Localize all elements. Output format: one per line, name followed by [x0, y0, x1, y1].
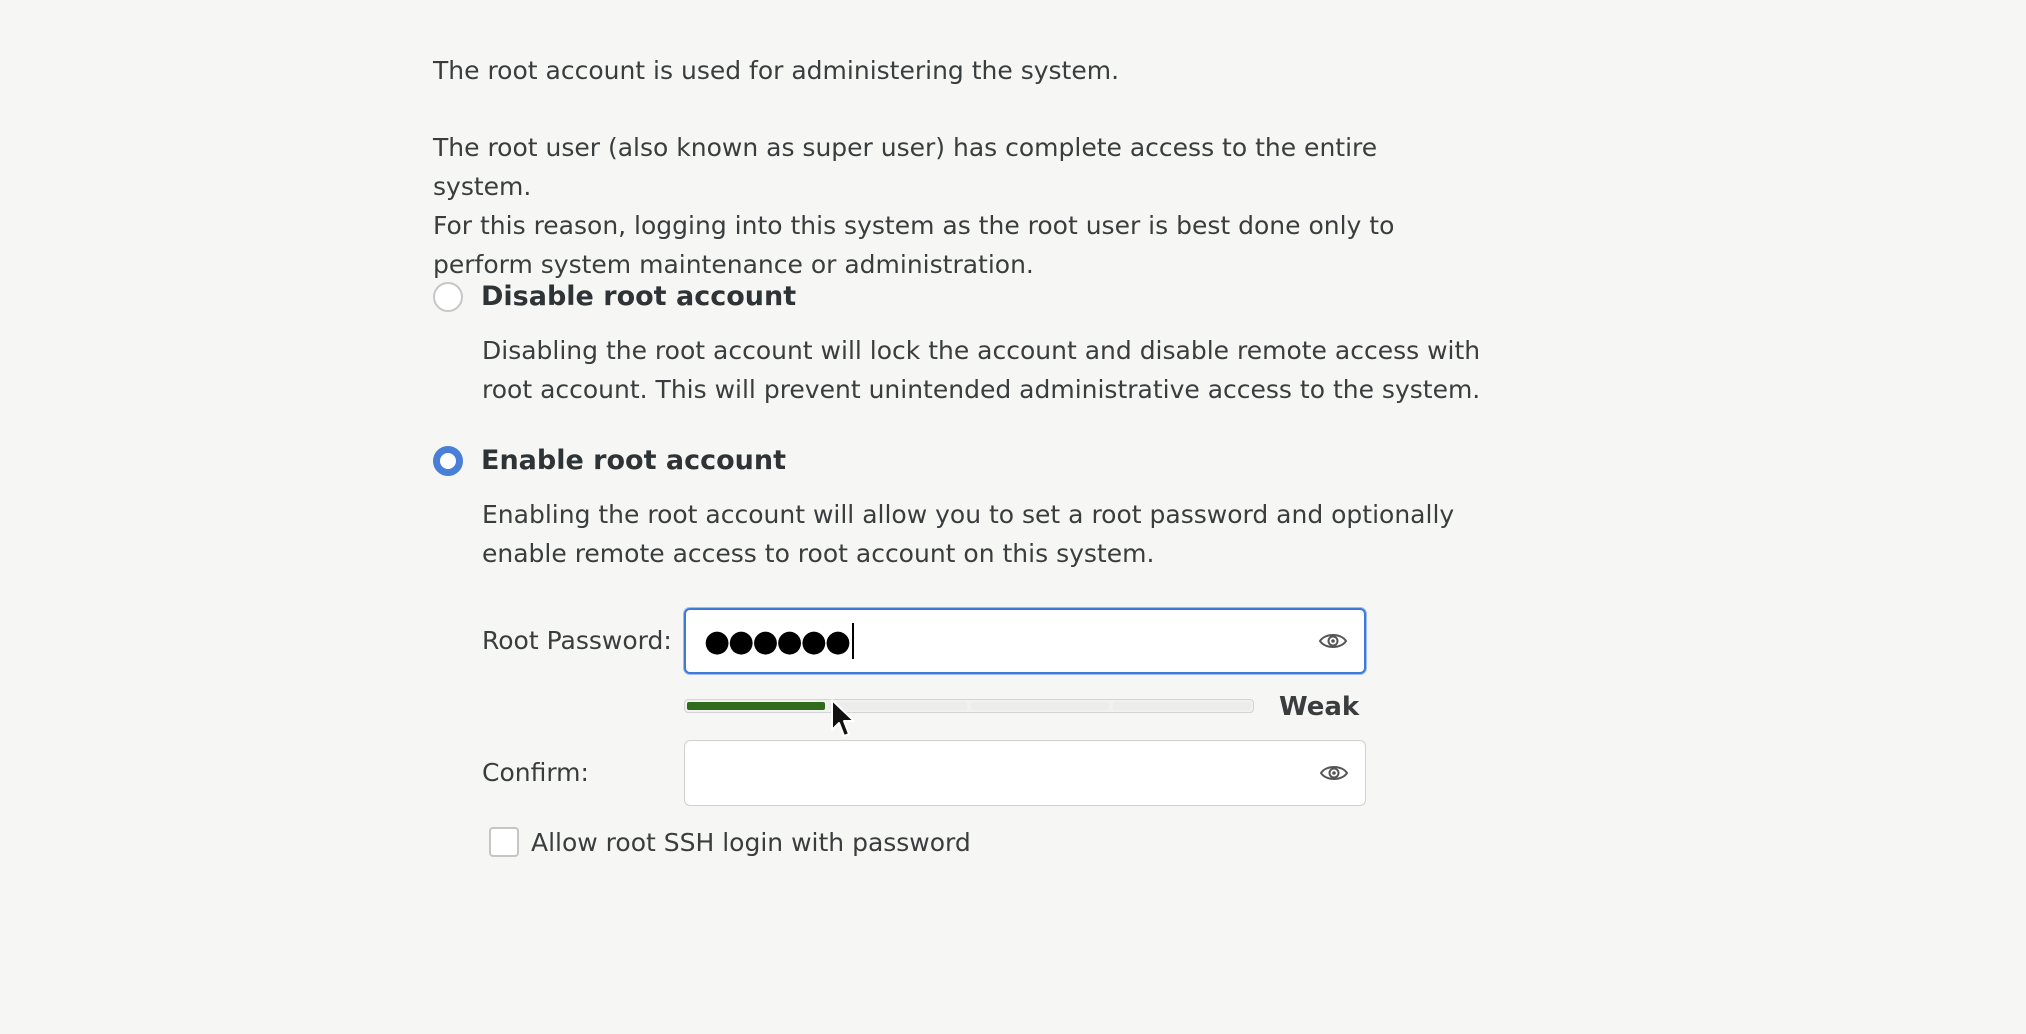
enable-root-desc-line: Enabling the root account will allow you…	[482, 500, 1455, 529]
disable-root-desc-line: Disabling the root account will lock the…	[482, 336, 1481, 365]
disable-root-description: Disabling the root account will lock the…	[482, 331, 1482, 409]
enable-root-desc-line: enable remote access to root account on …	[482, 539, 1155, 568]
strength-segment	[1113, 702, 1251, 710]
root-account-page: The root account is used for administeri…	[0, 0, 2026, 1034]
disable-root-label[interactable]: Disable root account	[481, 281, 796, 312]
root-description-line: perform system maintenance or administra…	[433, 250, 1034, 279]
password-strength-meter	[684, 699, 1254, 713]
allow-root-ssh-label[interactable]: Allow root SSH login with password	[531, 828, 971, 857]
disable-root-radio[interactable]	[433, 281, 463, 312]
disable-root-option[interactable]: Disable root account	[433, 281, 796, 312]
enable-root-label[interactable]: Enable root account	[481, 445, 786, 476]
eye-icon[interactable]	[1319, 762, 1349, 784]
enable-root-radio[interactable]	[433, 445, 463, 476]
root-password-value: ●●●●●●	[704, 623, 851, 659]
strength-segment	[971, 702, 1109, 710]
strength-label: Weak	[1279, 692, 1360, 722]
root-description: The root user (also known as super user)…	[433, 128, 1473, 284]
strength-segment	[687, 702, 825, 710]
allow-root-ssh-checkbox[interactable]	[489, 827, 519, 857]
enable-root-option[interactable]: Enable root account	[433, 445, 786, 476]
root-password-field[interactable]: ●●●●●●	[684, 608, 1366, 674]
intro-text: The root account is used for administeri…	[433, 56, 1120, 85]
allow-root-ssh-option[interactable]: Allow root SSH login with password	[489, 827, 971, 857]
mouse-pointer-icon	[831, 699, 855, 737]
root-description-line: The root user (also known as super user)…	[433, 133, 1378, 201]
confirm-password-field[interactable]	[684, 740, 1366, 806]
root-description-line: For this reason, logging into this syste…	[433, 211, 1395, 240]
disable-root-desc-line: root account. This will prevent unintend…	[482, 375, 1481, 404]
enable-root-description: Enabling the root account will allow you…	[482, 495, 1482, 573]
confirm-label: Confirm:	[482, 758, 589, 787]
eye-icon[interactable]	[1318, 630, 1348, 652]
text-caret	[852, 623, 855, 659]
root-password-label: Root Password:	[482, 626, 672, 655]
